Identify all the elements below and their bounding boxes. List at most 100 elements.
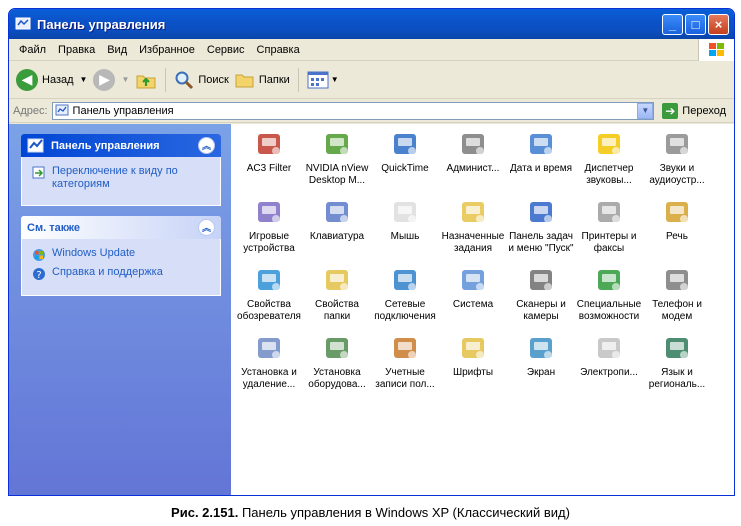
windows-update-link[interactable]: Windows Update — [32, 247, 212, 262]
cp-item[interactable]: Шрифты — [437, 332, 509, 379]
control-panel-header[interactable]: Панель управления ︽ — [21, 134, 221, 157]
cp-item-label-line1: Админист... — [446, 163, 500, 174]
title-bar[interactable]: Панель управления _ □ × — [9, 9, 734, 39]
menu-view[interactable]: Вид — [101, 44, 133, 56]
views-dropdown-icon[interactable]: ▼ — [331, 75, 339, 84]
close-button[interactable]: × — [708, 13, 729, 35]
address-label: Адрес: — [13, 104, 48, 117]
cp-item[interactable]: Электропи... — [573, 332, 645, 379]
cp-item[interactable]: Свойства обозревателя — [233, 264, 305, 323]
power-options-icon — [593, 332, 625, 364]
cp-item[interactable]: Система — [437, 264, 509, 311]
back-label: Назад — [42, 73, 74, 86]
cp-item[interactable]: Дата и время — [505, 128, 577, 175]
forward-button[interactable]: ▶ ▼ — [90, 67, 132, 93]
cp-item[interactable]: AC3 Filter — [233, 128, 305, 175]
menu-edit[interactable]: Правка — [52, 44, 101, 56]
cp-item-label: Специальные возможности — [573, 299, 645, 323]
cp-item[interactable]: Клавиатура — [301, 196, 373, 243]
maximize-button[interactable]: □ — [685, 13, 706, 35]
minimize-button[interactable]: _ — [662, 13, 683, 35]
cp-item[interactable]: QuickTime — [369, 128, 441, 175]
cp-item[interactable]: Установка и удаление... — [233, 332, 305, 391]
cp-item-label: Установка оборудова... — [301, 367, 373, 391]
cp-item[interactable]: Установка оборудова... — [301, 332, 373, 391]
scanners-cameras-icon — [525, 264, 557, 296]
cp-item-label: AC3 Filter — [233, 163, 305, 175]
control-panel-body: Переключение к виду по категориям — [21, 157, 221, 206]
address-bar: Адрес: Панель управления ▼ ➔ Переход — [9, 99, 734, 123]
add-remove-programs-icon — [253, 332, 285, 364]
cp-item[interactable]: Назначенные задания — [437, 196, 509, 255]
folders-button[interactable]: Папки — [232, 68, 293, 92]
cp-item-label: Сетевые подключения — [369, 299, 441, 323]
cp-item[interactable]: Звуки и аудиоустр... — [641, 128, 713, 187]
go-arrow-icon: ➔ — [662, 102, 679, 119]
cp-item[interactable]: Речь — [641, 196, 713, 243]
cp-item[interactable]: Сетевые подключения — [369, 264, 441, 323]
cp-item[interactable]: Телефон и модем — [641, 264, 713, 323]
cp-item[interactable]: Специальные возможности — [573, 264, 645, 323]
menu-help[interactable]: Справка — [251, 44, 306, 56]
switch-category-view-link[interactable]: Переключение к виду по категориям — [32, 165, 212, 191]
cp-item[interactable]: Панель задач и меню "Пуск" — [505, 196, 577, 255]
cp-item[interactable]: Игровые устройства — [233, 196, 305, 255]
nvidia-icon — [321, 128, 353, 160]
toolbar: ◀ Назад ▼ ▶ ▼ Поиск Папки ▼ — [9, 61, 734, 99]
go-button[interactable]: ➔ Переход — [658, 102, 730, 119]
menu-file[interactable]: Файл — [13, 44, 52, 56]
cp-item-label: Свойства папки — [301, 299, 373, 323]
network-connections-icon — [389, 264, 421, 296]
add-hardware-icon — [321, 332, 353, 364]
window-title: Панель управления — [37, 16, 166, 32]
cp-item-label-line2: устройства — [243, 243, 295, 254]
cp-item-label-line2: региональ... — [648, 379, 706, 390]
cp-item-label: Экран — [505, 367, 577, 379]
task-pane: Панель управления ︽ Переключение к виду … — [9, 124, 231, 495]
address-dropdown-icon[interactable]: ▼ — [637, 102, 654, 119]
cp-item[interactable]: Админист... — [437, 128, 509, 175]
see-also-body: Windows Update ? Справка и поддержка — [21, 239, 221, 296]
back-button[interactable]: ◀ Назад ▼ — [13, 67, 90, 93]
cp-item-label: Принтеры и факсы — [573, 231, 645, 255]
views-button[interactable]: ▼ — [304, 69, 342, 91]
caption-text: Панель управления в Windows XP (Классиче… — [241, 505, 570, 520]
forward-arrow-icon: ▶ — [93, 68, 116, 91]
up-button[interactable] — [132, 67, 160, 93]
cp-item[interactable]: Учетные записи пол... — [369, 332, 441, 391]
cp-item-label: Мышь — [369, 231, 441, 243]
back-dropdown-icon[interactable]: ▼ — [80, 75, 88, 84]
cp-item[interactable]: Язык и региональ... — [641, 332, 713, 391]
cp-item[interactable]: Принтеры и факсы — [573, 196, 645, 255]
system-icon — [457, 264, 489, 296]
search-button[interactable]: Поиск — [171, 68, 231, 92]
help-support-link[interactable]: ? Справка и поддержка — [32, 266, 212, 281]
cp-item-label-line1: Назначенные — [441, 231, 505, 242]
sound-manager-icon — [593, 128, 625, 160]
see-also-header[interactable]: См. также ︽ — [21, 216, 221, 239]
explorer-window: Панель управления _ □ × Файл Правка Вид … — [8, 8, 735, 496]
windows-update-text: Windows Update — [52, 247, 136, 259]
address-field[interactable]: Панель управления ▼ — [51, 101, 655, 120]
cp-item[interactable]: Экран — [505, 332, 577, 379]
cp-item-label-line2: удаление... — [242, 379, 296, 390]
cp-item[interactable]: Сканеры и камеры — [505, 264, 577, 323]
folders-label: Папки — [258, 73, 290, 86]
cp-item[interactable]: Диспетчер звуковы... — [573, 128, 645, 187]
menu-favorites[interactable]: Избранное — [133, 44, 201, 56]
cp-item[interactable]: NVIDIA nView Desktop M... — [301, 128, 373, 187]
cp-item-label-line1: AC3 Filter — [246, 163, 292, 174]
control-panel-icon — [55, 104, 69, 115]
date-time-icon — [525, 128, 557, 160]
menu-tools[interactable]: Сервис — [201, 44, 251, 56]
windows-update-icon — [33, 249, 45, 261]
collapse-icon[interactable]: ︽ — [198, 137, 215, 154]
cp-item-label-line1: NVIDIA nView — [305, 163, 369, 174]
cp-item[interactable]: Мышь — [369, 196, 441, 243]
cp-item-label-line1: Звуки и — [659, 163, 695, 174]
cp-item-label: Речь — [641, 231, 713, 243]
collapse-icon[interactable]: ︽ — [198, 219, 215, 236]
cp-item[interactable]: Свойства папки — [301, 264, 373, 323]
toolbar-separator — [297, 67, 299, 92]
forward-dropdown-icon[interactable]: ▼ — [121, 75, 129, 84]
